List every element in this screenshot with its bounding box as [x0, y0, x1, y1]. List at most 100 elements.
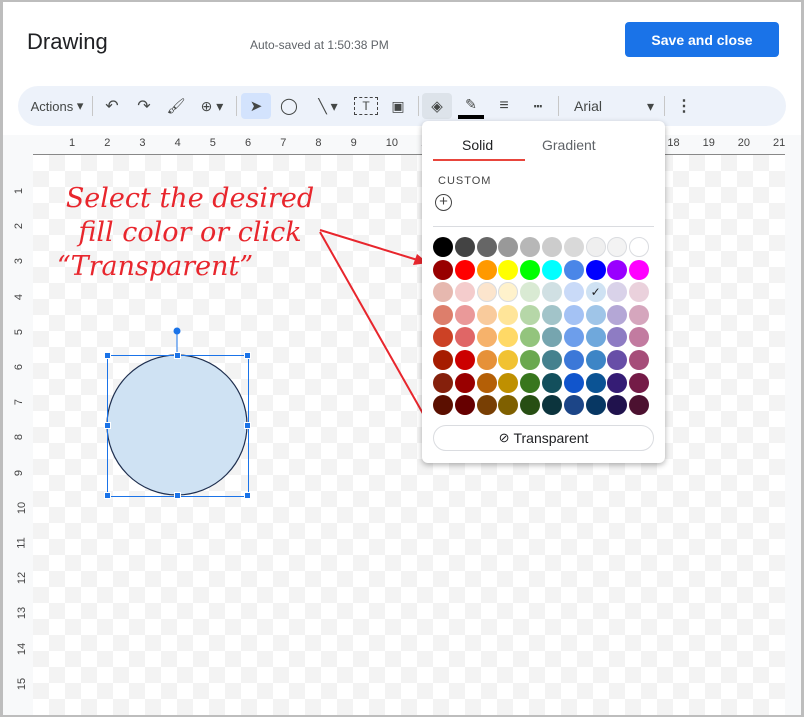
resize-handle[interactable]: [244, 422, 251, 429]
color-swatch[interactable]: [607, 372, 628, 393]
color-swatch[interactable]: [498, 282, 519, 303]
color-swatch[interactable]: [476, 282, 497, 303]
color-swatch[interactable]: [607, 350, 628, 370]
color-swatch[interactable]: [454, 327, 475, 348]
color-swatch[interactable]: [498, 372, 519, 393]
color-swatch[interactable]: [520, 259, 541, 280]
color-swatch[interactable]: [542, 259, 562, 280]
annotation-line: “Transparent”: [56, 251, 254, 282]
color-swatch[interactable]: [542, 372, 562, 393]
color-swatch[interactable]: [585, 304, 606, 325]
color-swatch[interactable]: [629, 350, 650, 370]
color-swatch[interactable]: [629, 372, 650, 393]
color-swatch[interactable]: [607, 282, 628, 303]
color-swatch[interactable]: [542, 237, 562, 257]
color-swatch[interactable]: [476, 304, 497, 325]
color-swatch[interactable]: [476, 259, 497, 280]
color-swatch[interactable]: [498, 350, 519, 370]
color-swatch[interactable]: [498, 237, 519, 257]
color-swatch[interactable]: [520, 327, 541, 348]
color-swatch[interactable]: [607, 237, 628, 257]
resize-handle[interactable]: [244, 492, 251, 499]
color-swatch[interactable]: [520, 395, 541, 416]
resize-handle[interactable]: [104, 492, 111, 499]
color-swatch[interactable]: [454, 282, 475, 303]
color-swatch[interactable]: [454, 372, 475, 393]
color-swatch[interactable]: [520, 372, 541, 393]
transparent-label: Transparent: [513, 430, 589, 446]
color-swatch[interactable]: [433, 327, 453, 348]
color-swatch[interactable]: [585, 395, 606, 416]
color-swatch[interactable]: [563, 259, 584, 280]
color-swatch[interactable]: [454, 237, 475, 257]
color-swatch[interactable]: [585, 259, 606, 280]
color-swatch[interactable]: [563, 304, 584, 325]
color-swatch[interactable]: [629, 327, 650, 348]
color-swatch[interactable]: [454, 304, 475, 325]
color-swatch[interactable]: [563, 327, 584, 348]
annotation-text: Select the desired fill color or click “…: [45, 182, 335, 284]
color-swatch[interactable]: [498, 304, 519, 325]
resize-handle[interactable]: [244, 352, 251, 359]
color-swatch[interactable]: [629, 304, 650, 325]
color-swatch[interactable]: [520, 304, 541, 325]
color-swatch[interactable]: [433, 237, 453, 257]
resize-handle[interactable]: [104, 422, 111, 429]
color-swatch[interactable]: [476, 372, 497, 393]
add-custom-color-icon[interactable]: +: [435, 194, 452, 211]
color-swatch[interactable]: [433, 350, 453, 370]
color-swatch[interactable]: [607, 259, 628, 280]
color-swatch[interactable]: [585, 327, 606, 348]
color-swatch[interactable]: [629, 259, 650, 280]
color-swatch[interactable]: [585, 237, 606, 257]
color-swatch[interactable]: [520, 350, 541, 370]
color-swatch[interactable]: [585, 372, 606, 393]
color-swatch[interactable]: [454, 350, 475, 370]
resize-handle[interactable]: [104, 352, 111, 359]
color-swatch[interactable]: [585, 350, 606, 370]
circle-shape[interactable]: [106, 354, 248, 496]
color-swatch[interactable]: [476, 350, 497, 370]
color-swatch[interactable]: [454, 259, 475, 280]
color-swatch[interactable]: [629, 237, 650, 257]
transparent-button[interactable]: ⊘ Transparent: [433, 425, 654, 451]
color-swatch[interactable]: [454, 395, 475, 416]
resize-handle[interactable]: [174, 492, 181, 499]
color-swatch[interactable]: [520, 237, 541, 257]
color-swatch[interactable]: [629, 395, 650, 416]
color-swatch[interactable]: [498, 327, 519, 348]
color-swatch[interactable]: [542, 395, 562, 416]
tab-solid[interactable]: Solid: [462, 137, 493, 153]
color-swatch[interactable]: [498, 395, 519, 416]
color-swatch[interactable]: [563, 395, 584, 416]
color-swatch[interactable]: [542, 282, 562, 303]
color-swatch[interactable]: [563, 237, 584, 257]
color-swatch[interactable]: [433, 282, 453, 303]
color-swatch[interactable]: [433, 304, 453, 325]
color-swatch[interactable]: [542, 327, 562, 348]
color-swatch[interactable]: [433, 259, 453, 280]
color-swatch[interactable]: [563, 372, 584, 393]
color-swatch[interactable]: [498, 259, 519, 280]
color-swatch[interactable]: [476, 237, 497, 257]
color-swatch[interactable]: [629, 282, 650, 303]
color-swatch[interactable]: [476, 327, 497, 348]
no-fill-icon: ⊘: [498, 430, 510, 445]
color-swatch[interactable]: [542, 304, 562, 325]
color-swatch[interactable]: [520, 282, 541, 303]
color-swatch[interactable]: [542, 350, 562, 370]
tab-gradient[interactable]: Gradient: [542, 137, 596, 153]
resize-handle[interactable]: [174, 352, 181, 359]
annotation-line: fill color or click: [78, 217, 302, 248]
color-swatch[interactable]: ✓: [585, 282, 606, 303]
color-swatch[interactable]: [607, 304, 628, 325]
color-swatch[interactable]: [433, 372, 453, 393]
rotate-handle[interactable]: [173, 327, 181, 335]
color-swatch[interactable]: [433, 395, 453, 416]
color-swatch[interactable]: [607, 327, 628, 348]
color-swatch[interactable]: [476, 395, 497, 416]
color-swatch[interactable]: [607, 395, 628, 416]
color-swatch[interactable]: [563, 350, 584, 370]
color-swatch[interactable]: [563, 282, 584, 303]
annotation-line: Select the desired: [65, 183, 315, 214]
